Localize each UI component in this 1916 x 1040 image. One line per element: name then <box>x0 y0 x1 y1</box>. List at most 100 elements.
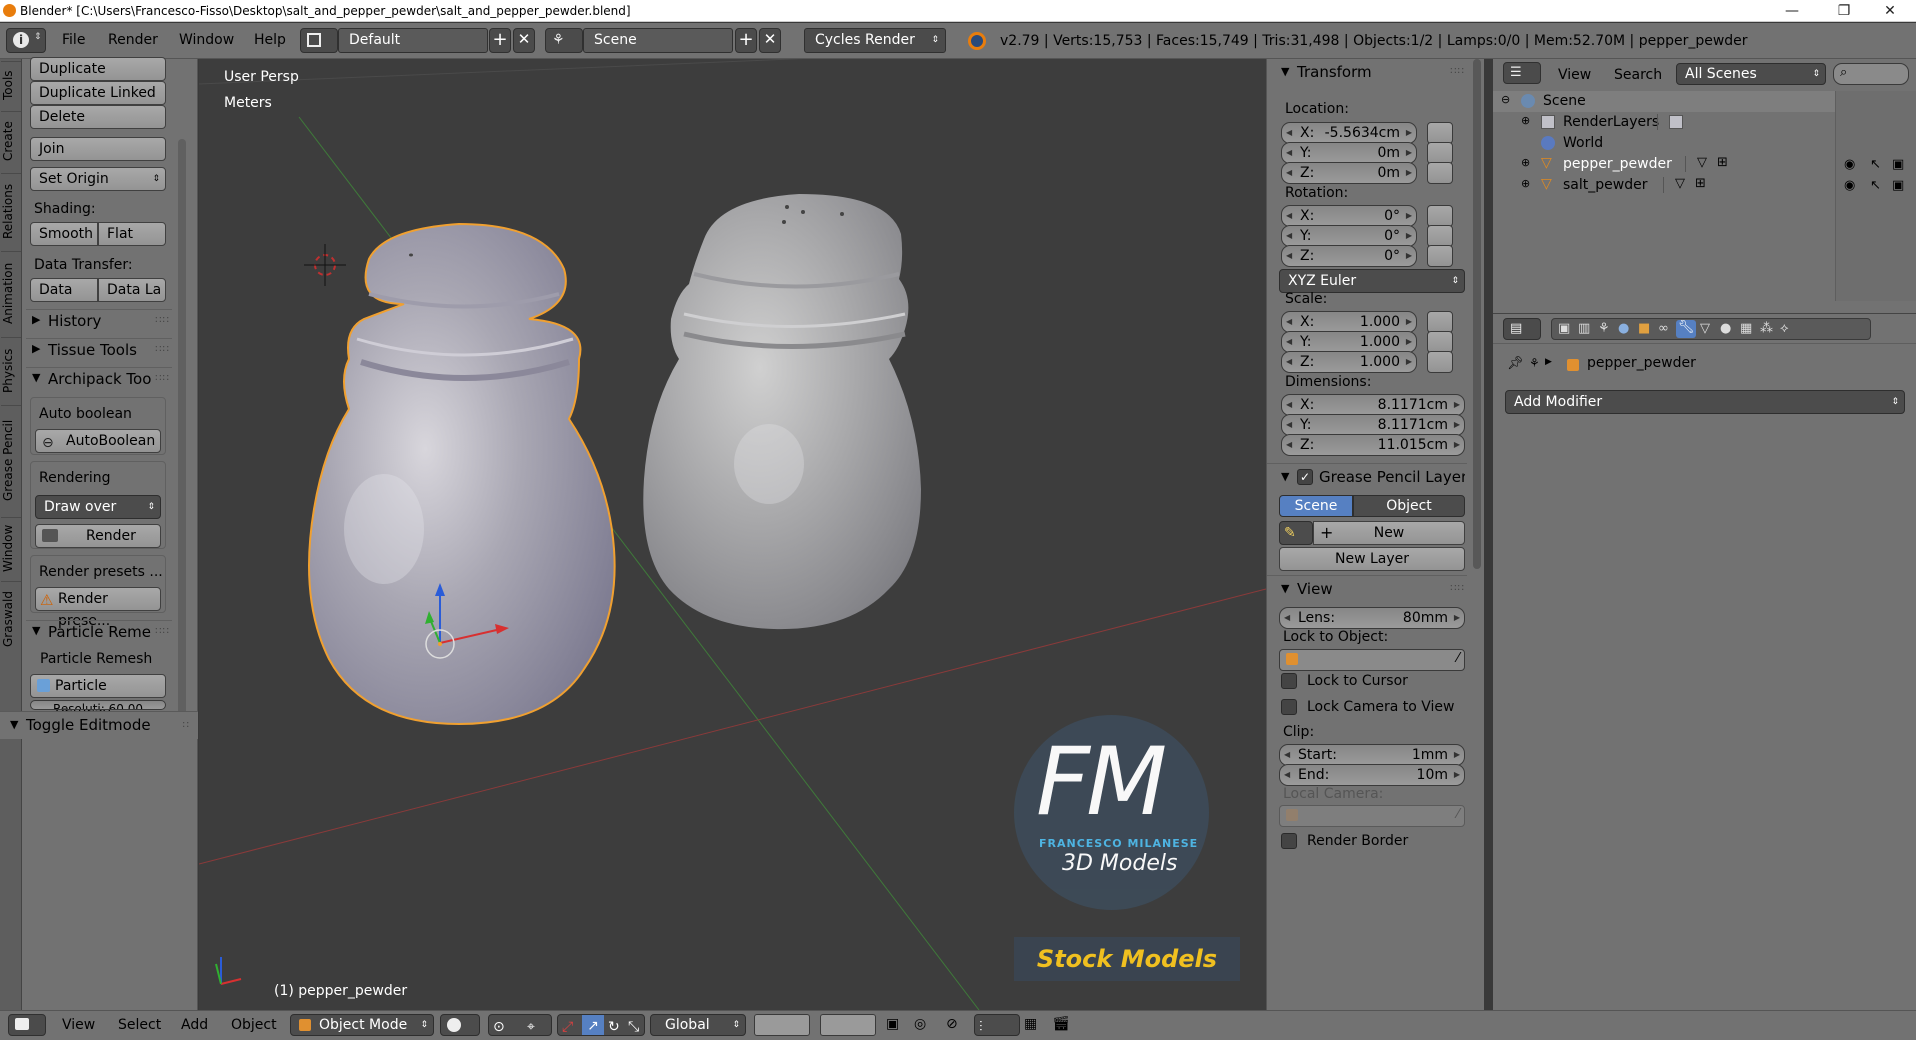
tab-relations[interactable]: Relations <box>1 173 21 249</box>
archipack-panel-header[interactable]: ▼ Archipack Too ∷∷ <box>26 367 172 391</box>
outliner-row-scene[interactable]: ⊖ Scene <box>1493 91 1835 112</box>
scene-dropdown[interactable]: Scene <box>583 28 733 53</box>
outliner-editor-type-button[interactable]: ☰ <box>1503 62 1541 84</box>
tab-grease-pencil[interactable]: Grease Pencil <box>1 405 21 515</box>
autoboolean-button[interactable]: ⊖ AutoBoolean <box>35 429 161 453</box>
add-scene-button[interactable]: + <box>735 28 757 53</box>
properties-shelf-scrollbar[interactable] <box>1473 59 1481 569</box>
eyedropper-icon[interactable]: ⁄ <box>1457 651 1459 666</box>
drag-grip-icon[interactable]: ∷∷ <box>1450 583 1465 594</box>
transform-panel-header[interactable]: ▼ Transform ∷∷ <box>1267 59 1467 85</box>
lock-icon[interactable] <box>1427 162 1453 184</box>
remove-layout-button[interactable]: ✕ <box>513 28 535 53</box>
outliner-row-salt-pewder[interactable]: ⊕ ▽ salt_pewder ▽ ⊞ <box>1493 175 1835 196</box>
grease-pencil-layer-panel-header[interactable]: ▼ ✓ Grease Pencil Layer <box>1267 463 1467 489</box>
material-tab-icon[interactable]: ● <box>1720 321 1731 336</box>
lock-layers-icon[interactable]: ▣ <box>886 1016 899 1032</box>
screen-layout-icon-button[interactable] <box>300 28 338 53</box>
world-tab-icon[interactable]: ● <box>1618 321 1629 336</box>
pivot-and-manipulator-group[interactable]: ⊙ ⌖ <box>488 1014 552 1036</box>
cursor-select-icon[interactable]: ↖ <box>1870 157 1881 172</box>
modifiers-tab-icon[interactable]: 🔧︎ <box>1676 320 1696 338</box>
grease-pencil-object-tab[interactable]: Object <box>1353 495 1465 517</box>
view-panel-header[interactable]: ▼ View ∷∷ <box>1267 575 1467 601</box>
editor-type-info-button[interactable]: i ⇕ <box>6 28 46 53</box>
texture-tab-icon[interactable]: ▦ <box>1740 321 1752 336</box>
scene-layers-group-2[interactable] <box>820 1014 876 1036</box>
object-tab-icon[interactable]: ■ <box>1638 321 1650 336</box>
render-border-checkbox[interactable] <box>1281 833 1297 849</box>
rotate-manipulator-icon[interactable]: ↻ <box>608 1016 620 1038</box>
join-button[interactable]: Join <box>30 137 166 161</box>
lock-icon[interactable] <box>1427 122 1453 144</box>
tab-graswald[interactable]: Graswald <box>1 581 21 657</box>
physics-tab-icon[interactable]: ⟡ <box>1780 321 1789 336</box>
shading-smooth-button[interactable]: Smooth <box>30 222 98 246</box>
menu-add[interactable]: Add <box>181 1017 208 1033</box>
minimize-button[interactable]: — <box>1770 0 1814 22</box>
resolution-field[interactable]: Resoluti: 60.00 <box>30 700 166 710</box>
scene-tab-icon[interactable]: ⚘ <box>1598 321 1610 336</box>
dimensions-z-field[interactable]: ◀ Z: 11.015cm ▶ <box>1281 434 1465 456</box>
cursor-select-icon[interactable]: ↖ <box>1870 178 1881 193</box>
new-layer-button[interactable]: New Layer <box>1279 547 1465 571</box>
grease-pencil-new-button[interactable]: + New <box>1313 521 1465 545</box>
render-engine-dropdown[interactable]: Cycles Render ⇕ <box>804 28 946 53</box>
data-layout-button[interactable]: Data La <box>98 278 166 302</box>
rotation-x-field[interactable]: ◀ X: 0° ▶ <box>1281 205 1417 227</box>
scale-z-field[interactable]: ◀ Z: 1.000 ▶ <box>1281 351 1417 373</box>
grease-pencil-enable-checkbox[interactable]: ✓ <box>1297 469 1313 485</box>
outliner-row-pepper-pewder[interactable]: ⊕ ▽ pepper_pewder ▽ ⊞ <box>1493 154 1835 175</box>
lock-icon[interactable] <box>1427 142 1453 164</box>
3d-view-editor-type-button[interactable] <box>8 1014 46 1036</box>
lock-icon[interactable] <box>1427 245 1453 267</box>
3d-cursor-icon[interactable] <box>304 244 346 286</box>
render-camera-icon[interactable]: ▣ <box>1892 178 1904 193</box>
grease-pencil-browse-button[interactable]: ✎ <box>1279 521 1313 545</box>
render-animation-icon[interactable]: 🎬︎ <box>1052 1016 1070 1032</box>
tissue-tools-panel-header[interactable]: ▶ Tissue Tools ∷∷ <box>26 338 172 362</box>
add-layout-button[interactable]: + <box>489 28 511 53</box>
scene-layers-group-1[interactable] <box>754 1014 810 1036</box>
eye-icon[interactable]: ◉ <box>1844 157 1855 172</box>
mode-dropdown[interactable]: Object Mode ⇕ <box>290 1014 434 1036</box>
collapse-icon[interactable]: ⊖ <box>1501 93 1510 106</box>
tab-physics[interactable]: Physics <box>1 337 21 403</box>
duplicate-button[interactable]: Duplicate <box>30 57 166 81</box>
expand-icon[interactable]: ⊕ <box>1521 156 1530 169</box>
dimensions-x-field[interactable]: ◀ X: 8.1171cm ▶ <box>1281 394 1465 416</box>
menu-file[interactable]: File <box>62 32 85 48</box>
lock-icon[interactable] <box>1427 225 1453 247</box>
salt-pewder-mesh[interactable] <box>643 194 921 630</box>
tool-shelf-scrollbar[interactable] <box>178 139 186 719</box>
viewport-shading-dropdown[interactable] <box>440 1014 480 1036</box>
tab-window[interactable]: Window <box>1 517 21 579</box>
toggle-editmode-panel-header[interactable]: ▼ Toggle Editmode ∷ <box>0 711 198 739</box>
render-camera-icon[interactable]: ▣ <box>1892 157 1904 172</box>
menu-window[interactable]: Window <box>179 32 234 48</box>
drag-grip-icon[interactable]: ∷∷ <box>155 373 170 384</box>
snap-element-dropdown[interactable]: ⫶ <box>974 1014 1020 1036</box>
rotation-y-field[interactable]: ◀ Y: 0° ▶ <box>1281 225 1417 247</box>
menu-object[interactable]: Object <box>231 1017 277 1033</box>
maximize-button[interactable]: ❐ <box>1822 0 1866 22</box>
drag-grip-icon[interactable]: ∷ <box>183 720 190 731</box>
location-x-field[interactable]: ◀ X: -5.5634cm ▶ <box>1281 122 1417 144</box>
drag-grip-icon[interactable]: ∷∷ <box>155 315 170 326</box>
particles-tab-icon[interactable]: ⁂ <box>1760 321 1773 336</box>
tab-tools[interactable]: Tools <box>1 61 21 109</box>
delete-button[interactable]: Delete <box>30 105 166 129</box>
location-y-field[interactable]: ◀ Y: 0m ▶ <box>1281 142 1417 164</box>
drag-grip-icon[interactable]: ∷∷ <box>155 626 170 637</box>
outliner-display-mode-dropdown[interactable]: All Scenes ⇕ <box>1676 63 1826 85</box>
duplicate-linked-button[interactable]: Duplicate Linked <box>30 81 166 105</box>
drag-grip-icon[interactable]: ∷∷ <box>155 344 170 355</box>
menu-view[interactable]: View <box>62 1017 95 1033</box>
proportional-edit-icon[interactable]: ◎ <box>914 1016 926 1032</box>
expand-icon[interactable]: ⊕ <box>1521 177 1530 190</box>
outliner-row-world[interactable]: World <box>1493 133 1835 154</box>
data-transfer-button[interactable]: Data <box>30 278 98 302</box>
translate-manipulator-icon[interactable]: ⤢ <box>562 1016 573 1038</box>
lock-icon[interactable] <box>1427 311 1453 333</box>
render-presets-button[interactable]: ⚠ Render prese... <box>35 587 161 629</box>
